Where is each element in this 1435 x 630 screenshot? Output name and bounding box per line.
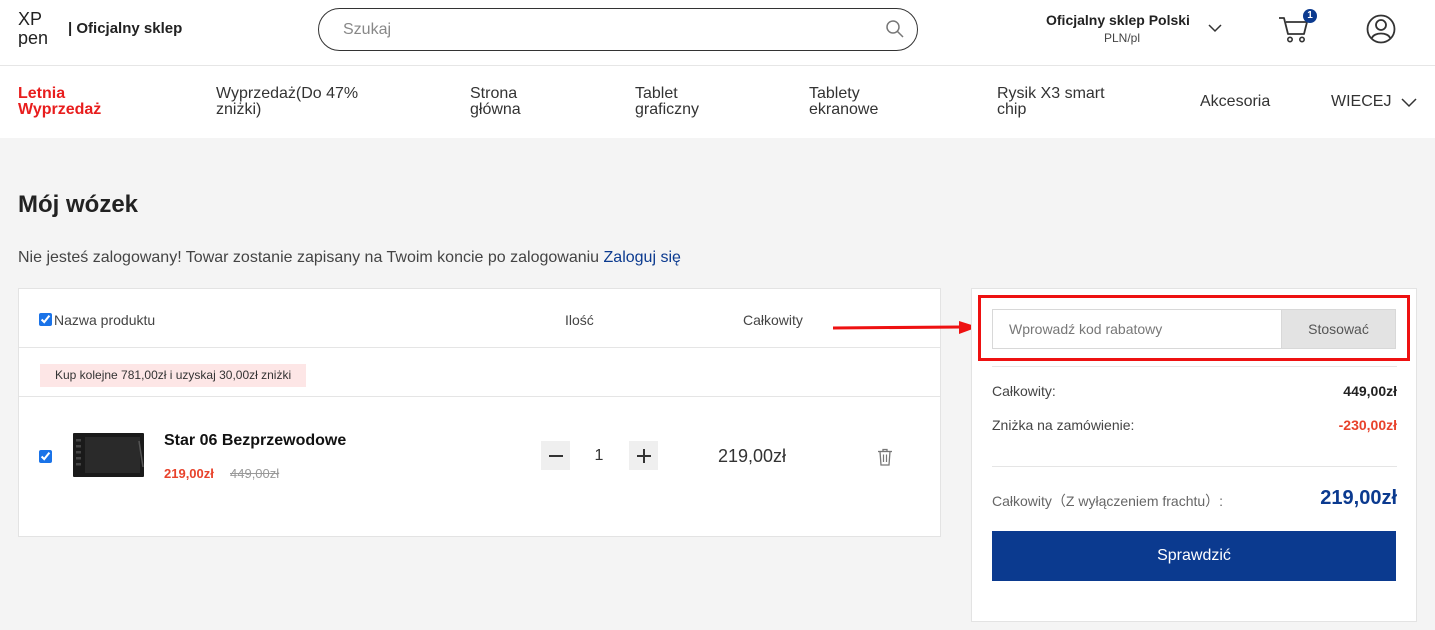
- column-product-name: Nazwa produktu: [54, 312, 156, 328]
- nav-item-display-tablets[interactable]: Tablety ekranowe: [809, 86, 894, 118]
- site-header: XP pen | Oficjalny sklep Oficjalny sklep…: [0, 0, 1435, 66]
- cart-table-header: Nazwa produktu Ilość Całkowity: [19, 289, 940, 348]
- search-icon[interactable]: [885, 19, 905, 39]
- region-name: Oficjalny sklep Polski: [1046, 12, 1190, 28]
- product-old-price: 449,00zł: [230, 466, 280, 481]
- select-all-checkbox[interactable]: [39, 313, 52, 326]
- divider: [19, 396, 940, 397]
- nav-item-graphic-tablets[interactable]: Tablet graficzny: [635, 86, 720, 118]
- product-thumbnail[interactable]: [73, 433, 144, 477]
- official-store-label: | Oficjalny sklep: [68, 20, 183, 37]
- discount-value: -230,00zł: [1338, 417, 1397, 433]
- nav-item-accessories[interactable]: Akcesoria: [1200, 94, 1270, 110]
- promo-banner: Kup kolejne 781,00zł i uzyskaj 30,00zł z…: [40, 364, 307, 387]
- chevron-down-icon[interactable]: [1208, 22, 1222, 34]
- quantity-increase-button[interactable]: [629, 441, 658, 470]
- product-name[interactable]: Star 06 Bezprzewodowe: [164, 432, 346, 450]
- user-account-icon[interactable]: [1366, 14, 1396, 44]
- search-bar[interactable]: [318, 8, 918, 51]
- nav-item-sale[interactable]: Wyprzedaż(Do 47% zniżki): [216, 86, 391, 118]
- column-quantity: Ilość: [565, 312, 594, 328]
- checkout-button[interactable]: Sprawdzić: [992, 531, 1396, 581]
- subtotal-value: 449,00zł: [1343, 383, 1397, 399]
- page-title: Mój wózek: [18, 191, 139, 218]
- trash-icon[interactable]: [877, 448, 893, 466]
- subtotal-label: Całkowity:: [992, 383, 1056, 399]
- svg-text:pen: pen: [18, 28, 48, 47]
- coupon-code-input[interactable]: [992, 309, 1282, 349]
- nav-item-x3-stylus[interactable]: Rysik X3 smart chip: [997, 86, 1127, 118]
- divider: [992, 366, 1397, 367]
- divider: [992, 466, 1397, 467]
- column-total: Całkowity: [743, 312, 803, 328]
- region-selector[interactable]: Oficjalny sklep Polski PLN/pl: [1046, 12, 1226, 45]
- apply-coupon-button[interactable]: Stosować: [1281, 309, 1396, 349]
- item-checkbox[interactable]: [39, 450, 52, 463]
- chevron-down-icon[interactable]: [1401, 96, 1417, 108]
- cart-count-badge: 1: [1303, 9, 1317, 23]
- grand-total-value: 219,00zł: [1320, 487, 1397, 509]
- login-link[interactable]: Zaloguj się: [604, 249, 681, 266]
- line-total: 219,00zł: [718, 446, 787, 466]
- minus-icon: [548, 454, 563, 457]
- product-price: 219,00zł: [164, 466, 214, 481]
- grand-total-label: Całkowity（Z wyłączeniem frachtu）:: [992, 493, 1224, 509]
- annotation-arrow-icon: [833, 321, 978, 334]
- search-input[interactable]: [343, 19, 863, 41]
- login-notice: Nie jesteś zalogowany! Towar zostanie za…: [18, 249, 681, 267]
- main-navigation: Letnia Wyprzedaż Wyprzedaż(Do 47% zniżki…: [0, 66, 1435, 138]
- nav-item-home[interactable]: Strona główna: [470, 86, 550, 118]
- login-notice-text: Nie jesteś zalogowany! Towar zostanie za…: [18, 249, 600, 266]
- quantity-decrease-button[interactable]: [541, 441, 570, 470]
- plus-icon: [636, 448, 651, 463]
- xppen-logo[interactable]: XP pen: [18, 9, 68, 47]
- cart-table: Nazwa produktu Ilość Całkowity Kup kolej…: [18, 288, 941, 537]
- svg-text:XP: XP: [18, 9, 42, 29]
- nav-item-summer-sale[interactable]: Letnia Wyprzedaż: [18, 86, 128, 118]
- quantity-value[interactable]: 1: [587, 447, 611, 465]
- nav-item-more[interactable]: WIECEJ: [1331, 94, 1391, 110]
- discount-label: Zniżka na zamówienie:: [992, 417, 1135, 433]
